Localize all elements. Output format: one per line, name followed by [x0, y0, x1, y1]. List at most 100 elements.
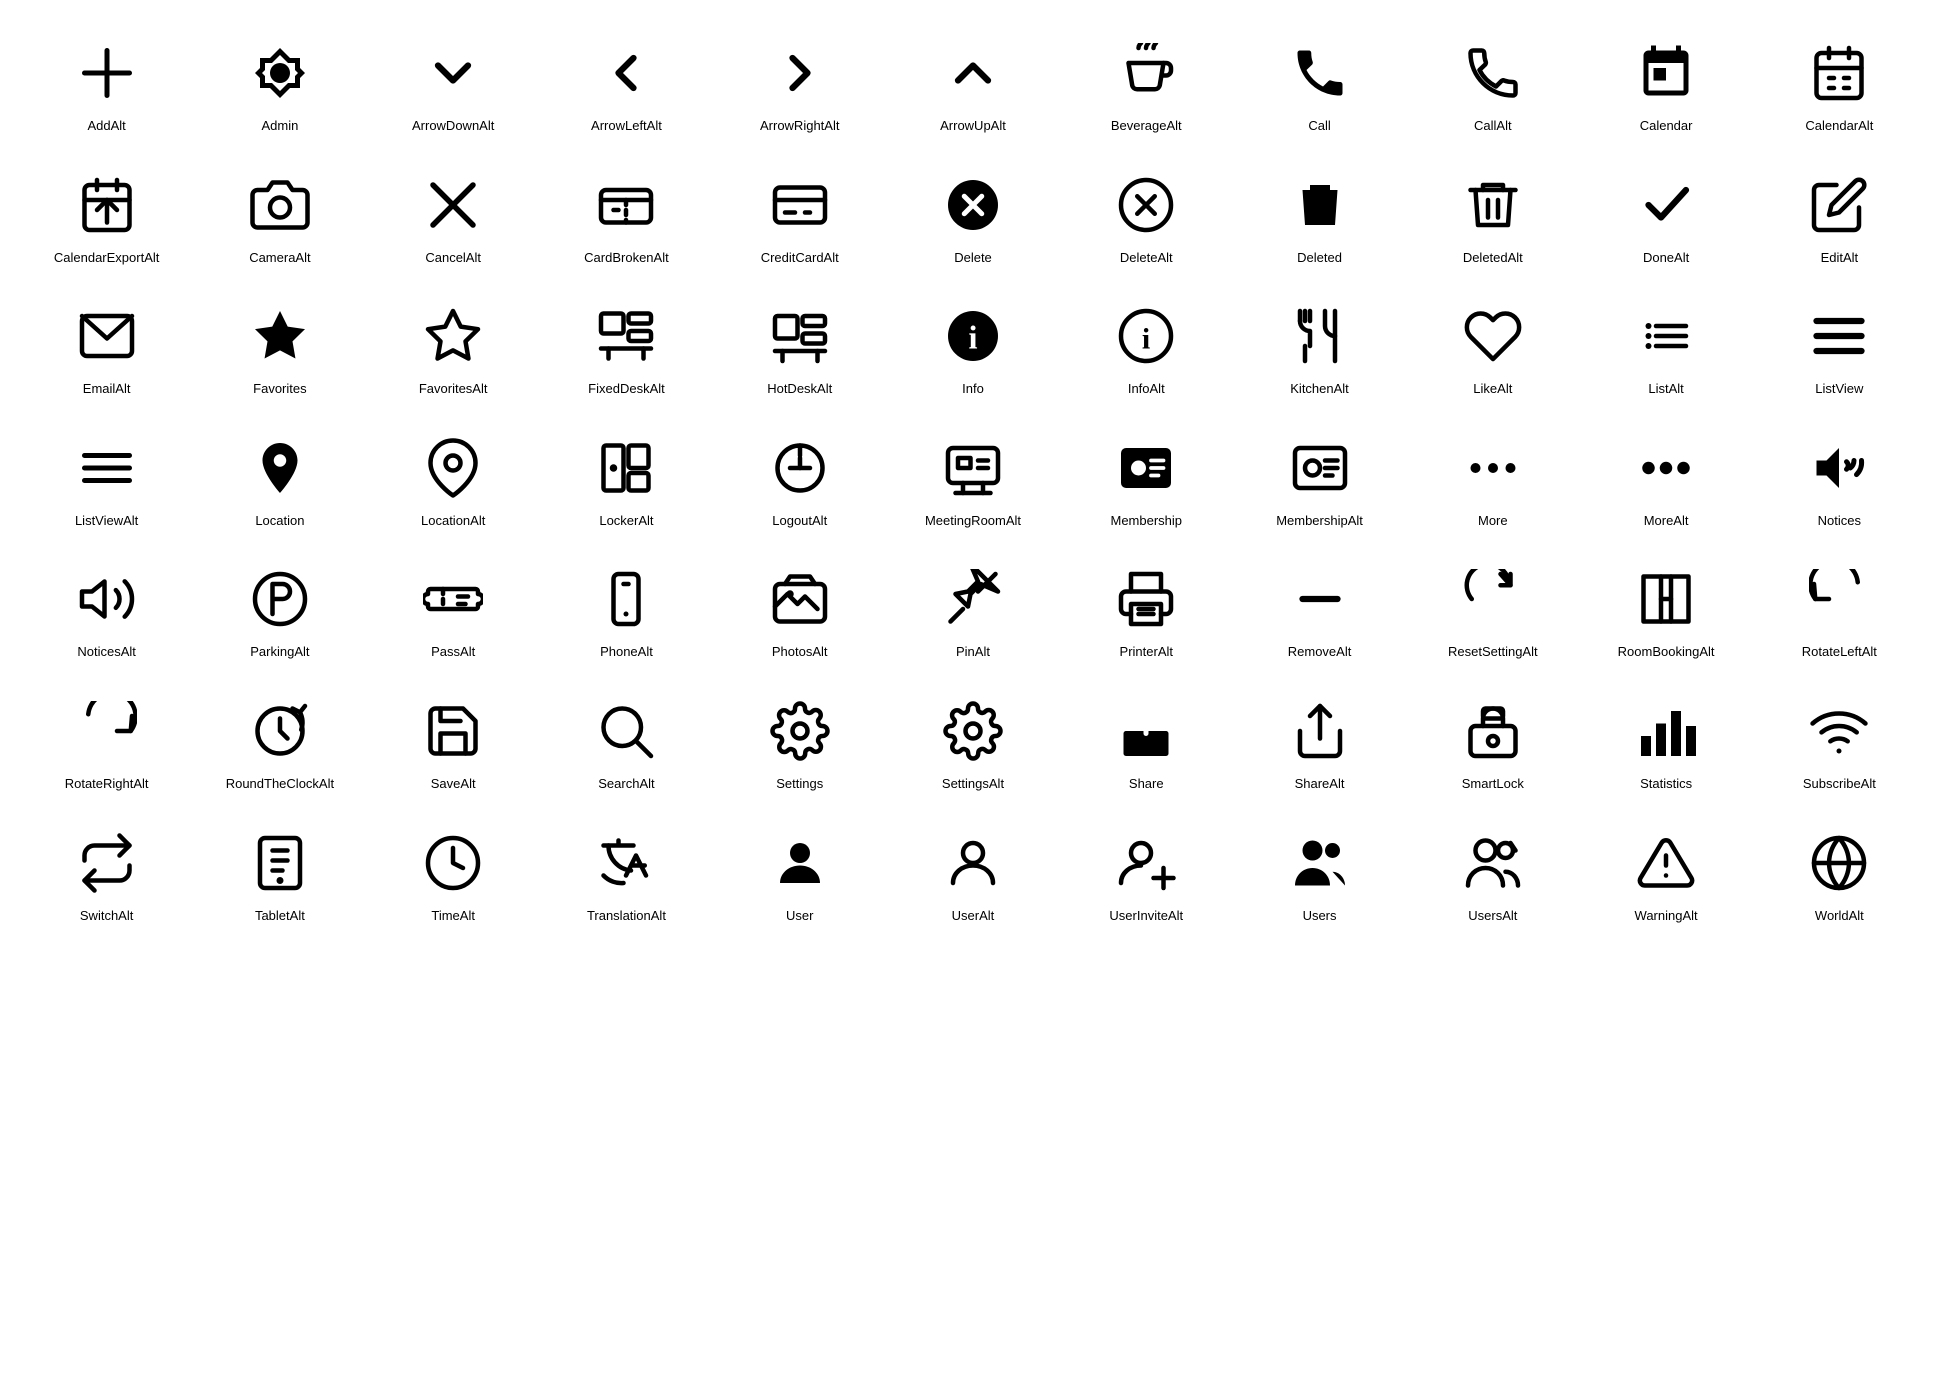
icon-cell-deleted: Deleted — [1233, 152, 1406, 284]
lockeralt-icon — [591, 433, 661, 503]
deletedalt-icon — [1458, 170, 1528, 240]
roombookingalt-label: RoomBookingAlt — [1618, 644, 1715, 660]
cardbrokenalt-label: CardBrokenAlt — [584, 250, 669, 266]
icon-cell-membershipalt: MembershipAlt — [1233, 415, 1406, 547]
calendar-icon — [1631, 38, 1701, 108]
location-label: Location — [255, 513, 304, 529]
usersalt-icon — [1458, 828, 1528, 898]
admin-icon — [245, 38, 315, 108]
sharealt-label: ShareAlt — [1295, 776, 1345, 792]
icon-cell-usersalt: UsersAlt — [1406, 810, 1579, 942]
icon-cell-warningalt: WarningAlt — [1579, 810, 1752, 942]
icon-cell-delete: Delete — [886, 152, 1059, 284]
printeralt-label: PrinterAlt — [1120, 644, 1173, 660]
arrowrightalt-label: ArrowRightAlt — [760, 118, 839, 134]
delete-label: Delete — [954, 250, 992, 266]
phonealt-icon — [591, 564, 661, 634]
icon-cell-subscribealt: SubscribeAlt — [1753, 678, 1926, 810]
share-icon — [1111, 696, 1181, 766]
userinvitealt-icon — [1111, 828, 1181, 898]
likealt-label: LikeAlt — [1473, 381, 1512, 397]
warningalt-icon — [1631, 828, 1701, 898]
deletealt-icon — [1111, 170, 1181, 240]
favoritesalt-label: FavoritesAlt — [419, 381, 488, 397]
notices-label: Notices — [1818, 513, 1861, 529]
editalt-icon — [1804, 170, 1874, 240]
icon-cell-resetsettingalt: ResetSettingAlt — [1406, 546, 1579, 678]
more-label: More — [1478, 513, 1508, 529]
arrowdownalt-icon — [418, 38, 488, 108]
translationalt-icon — [591, 828, 661, 898]
icon-cell-favoritesalt: FavoritesAlt — [367, 283, 540, 415]
arrowupalt-icon — [938, 38, 1008, 108]
roombookingalt-icon — [1631, 564, 1701, 634]
icon-cell-fixeddeskalt: FixedDeskAlt — [540, 283, 713, 415]
icon-cell-phonealt: PhoneAlt — [540, 546, 713, 678]
kitchenalt-icon — [1285, 301, 1355, 371]
cameraalt-icon — [245, 170, 315, 240]
cancelalt-label: CancelAlt — [425, 250, 481, 266]
useralt-label: UserAlt — [952, 908, 995, 924]
delete-icon — [938, 170, 1008, 240]
icon-cell-roombookingalt: RoomBookingAlt — [1579, 546, 1752, 678]
icon-cell-noticesalt: NoticesAlt — [20, 546, 193, 678]
icon-cell-callalt: CallAlt — [1406, 20, 1579, 152]
hotdeskalt-label: HotDeskAlt — [767, 381, 832, 397]
tabletalt-label: TabletAlt — [255, 908, 305, 924]
cameraalt-label: CameraAlt — [249, 250, 310, 266]
users-icon — [1285, 828, 1355, 898]
meetingroomalt-icon — [938, 433, 1008, 503]
morealt-icon — [1631, 433, 1701, 503]
location-icon — [245, 433, 315, 503]
icon-cell-more: More — [1406, 415, 1579, 547]
icon-cell-deletealt: DeleteAlt — [1060, 152, 1233, 284]
beveragealt-icon — [1111, 38, 1181, 108]
icon-cell-editalt: EditAlt — [1753, 152, 1926, 284]
switchalt-icon — [72, 828, 142, 898]
rotaterightalt-icon — [72, 696, 142, 766]
rotateleftalt-icon — [1804, 564, 1874, 634]
icon-cell-morealt: MoreAlt — [1579, 415, 1752, 547]
infoalt-label: InfoAlt — [1128, 381, 1165, 397]
pinalt-icon — [938, 564, 1008, 634]
share-label: Share — [1129, 776, 1164, 792]
deletedalt-label: DeletedAlt — [1463, 250, 1523, 266]
membershipalt-label: MembershipAlt — [1276, 513, 1363, 529]
timealt-label: TimeAlt — [431, 908, 475, 924]
icon-cell-listviewalt: ListViewAlt — [20, 415, 193, 547]
membership-icon — [1111, 433, 1181, 503]
icon-cell-addalt: AddAlt — [20, 20, 193, 152]
resetsettingalt-label: ResetSettingAlt — [1448, 644, 1538, 660]
addalt-icon — [72, 38, 142, 108]
calendar-label: Calendar — [1640, 118, 1693, 134]
donealt-icon — [1631, 170, 1701, 240]
smartlock-label: SmartLock — [1462, 776, 1524, 792]
statistics-icon — [1631, 696, 1701, 766]
icon-cell-photosalt: PhotosAlt — [713, 546, 886, 678]
locationalt-label: LocationAlt — [421, 513, 485, 529]
icon-grid: AddAlt Admin ArrowDownAlt ArrowLeftAlt A… — [20, 20, 1926, 941]
icon-cell-deletedalt: DeletedAlt — [1406, 152, 1579, 284]
admin-label: Admin — [261, 118, 298, 134]
hotdeskalt-icon — [765, 301, 835, 371]
settings-label: Settings — [776, 776, 823, 792]
arrowleftalt-label: ArrowLeftAlt — [591, 118, 662, 134]
useralt-icon — [938, 828, 1008, 898]
call-icon — [1285, 38, 1355, 108]
searchalt-label: SearchAlt — [598, 776, 654, 792]
calendarexportalt-label: CalendarExportAlt — [54, 250, 160, 266]
timealt-icon — [418, 828, 488, 898]
worldalt-label: WorldAlt — [1815, 908, 1864, 924]
icon-cell-removealt: RemoveAlt — [1233, 546, 1406, 678]
icon-cell-pinalt: PinAlt — [886, 546, 1059, 678]
membershipalt-icon — [1285, 433, 1355, 503]
icon-cell-admin: Admin — [193, 20, 366, 152]
passalt-label: PassAlt — [431, 644, 475, 660]
photosalt-icon — [765, 564, 835, 634]
deletealt-label: DeleteAlt — [1120, 250, 1173, 266]
noticesalt-label: NoticesAlt — [77, 644, 136, 660]
icon-cell-donealt: DoneAlt — [1579, 152, 1752, 284]
parkingalt-icon — [245, 564, 315, 634]
infoalt-icon: i — [1111, 301, 1181, 371]
icon-cell-kitchenalt: KitchenAlt — [1233, 283, 1406, 415]
